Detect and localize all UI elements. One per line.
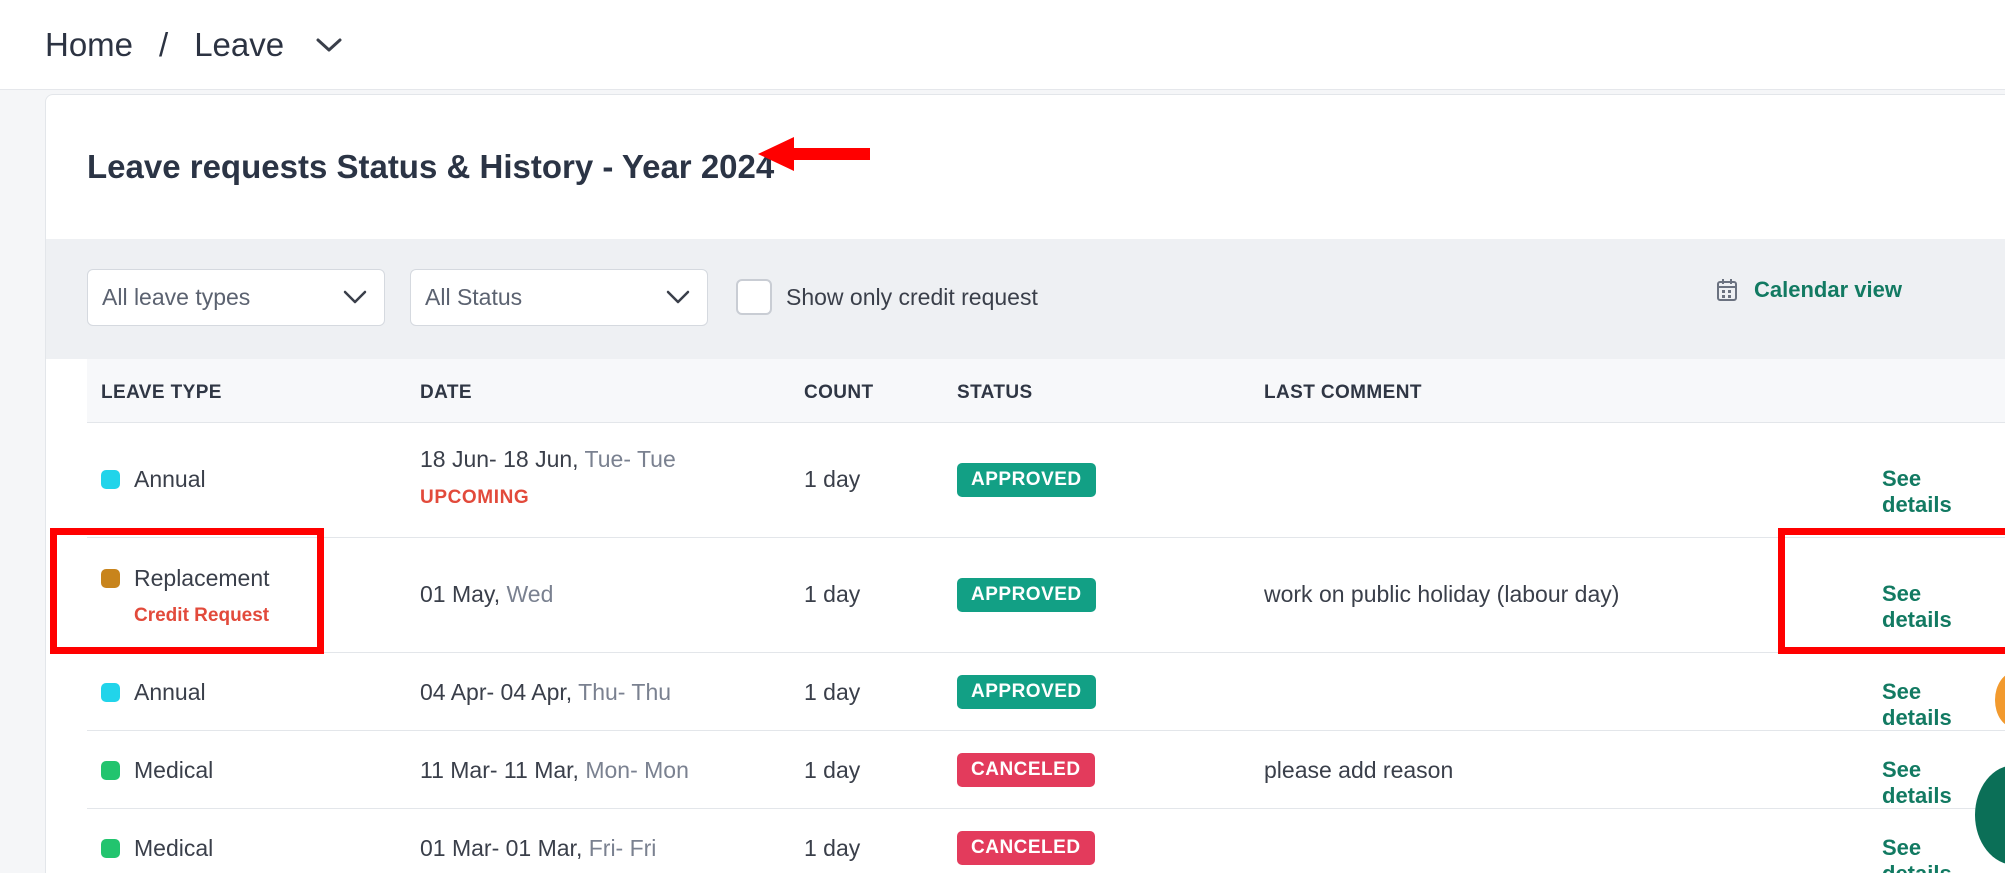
leave-type-dot <box>101 761 120 780</box>
see-details-label: See details <box>1882 757 1952 808</box>
status-badge: APPROVED <box>957 578 1096 612</box>
see-details-link[interactable]: See details <box>1882 679 2005 731</box>
column-header-leave-type: LEAVE TYPE <box>101 382 222 403</box>
date-range: 01 May <box>420 581 494 607</box>
see-details-link[interactable]: See details <box>1882 466 2005 518</box>
credit-request-checkbox[interactable] <box>736 279 772 315</box>
date-days: Mon- Mon <box>585 757 689 783</box>
status-badge: CANCELED <box>957 831 1095 865</box>
leave-type-select-value: All leave types <box>102 284 251 310</box>
breadcrumb-home[interactable]: Home <box>45 26 133 64</box>
count-cell: 1 day <box>804 679 861 705</box>
leave-type-name: Medical <box>134 757 214 783</box>
count-cell: 1 day <box>804 835 861 861</box>
title-area: Leave requests Status & History - Year 2… <box>46 95 2005 239</box>
page-title: Leave requests Status & History - Year 2… <box>87 148 775 185</box>
top-bar: Home / Leave <box>0 0 2005 90</box>
leave-type-cell: Medical <box>101 835 213 862</box>
date-range: 01 Mar- 01 Mar <box>420 835 576 861</box>
date-days: Thu- Thu <box>578 679 672 705</box>
chevron-down-icon <box>343 290 367 304</box>
leave-type-name: Annual <box>134 466 206 492</box>
last-comment-cell: work on public holiday (labour day) <box>1264 581 1620 607</box>
date-days: Tue- Tue <box>584 446 676 472</box>
red-arrow-icon <box>758 137 870 171</box>
leave-type-dot <box>101 839 120 858</box>
count-cell: 1 day <box>804 757 861 783</box>
calendar-icon <box>1717 279 1737 301</box>
calendar-view-label: Calendar view <box>1754 277 1902 302</box>
filter-bar: All leave types All Status Show only cre… <box>46 239 2005 359</box>
column-header-status: STATUS <box>957 382 1033 403</box>
date-cell: 01 Mar- 01 Mar, Fri- Fri <box>420 835 657 861</box>
highlight-box-credit-request <box>50 528 324 654</box>
chevron-down-icon[interactable] <box>314 35 344 55</box>
leave-type-name: Annual <box>134 679 206 705</box>
last-comment-cell: please add reason <box>1264 757 1454 783</box>
date-cell: 04 Apr- 04 Apr, Thu- Thu <box>420 679 672 705</box>
status-select[interactable]: All Status <box>410 269 708 326</box>
date-days: Wed <box>506 581 554 607</box>
status-badge: CANCELED <box>957 753 1095 787</box>
date-cell: 11 Mar- 11 Mar, Mon- Mon <box>420 757 689 783</box>
calendar-view-button[interactable]: Calendar view <box>1716 277 1902 303</box>
count-cell: 1 day <box>804 466 861 492</box>
leave-type-cell: Medical <box>101 757 213 784</box>
count-cell: 1 day <box>804 581 861 607</box>
date-range: 18 Jun- 18 Jun <box>420 446 573 472</box>
table-row: Replacement Credit Request 01 May, Wed 1… <box>87 538 2005 653</box>
leave-type-dot <box>101 683 120 702</box>
highlight-box-see-details <box>1778 528 2005 654</box>
see-details-label: See details <box>1882 835 1952 873</box>
column-header-count: COUNT <box>804 382 874 403</box>
table-row: Annual 18 Jun- 18 Jun, Tue- Tue UPCOMING… <box>87 423 2005 538</box>
leave-type-name: Medical <box>134 835 214 861</box>
leave-type-cell: Annual <box>101 466 206 493</box>
date-range: 11 Mar- 11 Mar <box>420 757 573 783</box>
column-header-last-comment: LAST COMMENT <box>1264 382 1422 403</box>
table-row: Medical 01 Mar- 01 Mar, Fri- Fri 1 day C… <box>87 809 2005 873</box>
see-details-label: See details <box>1882 466 1952 517</box>
credit-request-label[interactable]: Show only credit request <box>786 284 1038 311</box>
table-row: Medical 11 Mar- 11 Mar, Mon- Mon 1 day C… <box>87 731 2005 809</box>
table-row: Annual 04 Apr- 04 Apr, Thu- Thu 1 day AP… <box>87 653 2005 731</box>
status-badge: APPROVED <box>957 675 1096 709</box>
date-days: Fri- Fri <box>588 835 657 861</box>
date-cell: 18 Jun- 18 Jun, Tue- Tue <box>420 446 676 472</box>
column-header-date: DATE <box>420 382 472 403</box>
leave-type-select[interactable]: All leave types <box>87 269 385 326</box>
date-range: 04 Apr- 04 Apr <box>420 679 566 705</box>
leave-type-cell: Annual <box>101 679 206 706</box>
leave-history-card: Leave requests Status & History - Year 2… <box>45 94 2005 873</box>
see-details-label: See details <box>1882 679 1952 730</box>
date-cell: 01 May, Wed <box>420 581 554 607</box>
breadcrumb-separator: / <box>159 25 169 63</box>
status-select-value: All Status <box>425 284 523 310</box>
chevron-down-icon <box>666 290 690 304</box>
breadcrumb-current: Leave <box>194 25 285 63</box>
status-badge: APPROVED <box>957 463 1096 497</box>
leave-type-dot <box>101 470 120 489</box>
upcoming-tag: UPCOMING <box>420 487 530 508</box>
table-header: LEAVE TYPE DATE COUNT STATUS LAST COMMEN… <box>87 359 2005 423</box>
